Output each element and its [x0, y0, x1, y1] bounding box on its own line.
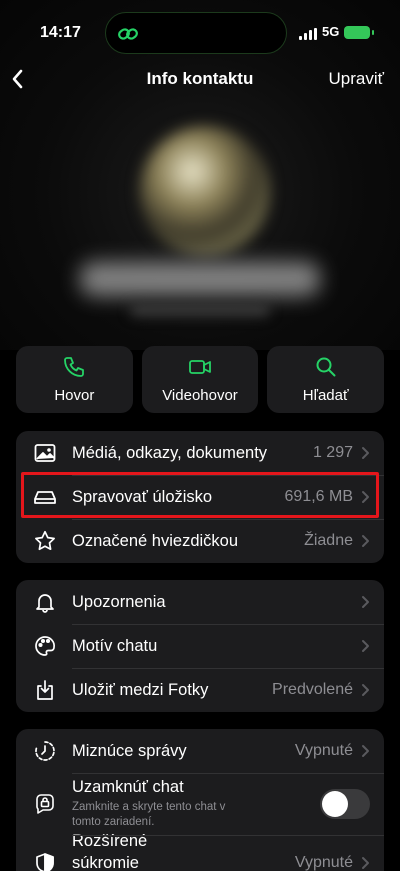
row-label: Upozornenia [72, 592, 166, 611]
chevron-right-icon [362, 745, 369, 757]
phone-icon [64, 357, 85, 377]
toggle-knob [322, 791, 348, 817]
call-label: Hovor [54, 387, 95, 404]
bell-icon [34, 591, 56, 613]
signal-icon [299, 28, 317, 40]
network-type: 5G [322, 24, 340, 39]
row-notifications[interactable]: Upozornenia [16, 580, 384, 624]
row-manage-storage[interactable]: Spravovať úložisko 691,6 MB [16, 475, 384, 519]
search-label: Hľadať [302, 387, 349, 404]
lock-chat-icon [34, 793, 56, 815]
row-label: Motív chatu [72, 636, 158, 655]
contact-name-blurred [80, 262, 320, 296]
row-value: Predvolené [272, 681, 353, 698]
row-value: 1 297 [312, 444, 353, 461]
row-label: Médiá, odkazy, dokumenty [72, 443, 268, 462]
avatar[interactable] [140, 126, 270, 256]
status-bar: 14:17 5G [0, 0, 400, 60]
video-call-label: Videohovor [162, 387, 238, 404]
chevron-right-icon [362, 684, 369, 696]
lock-chat-description: Zamknite a skryte tento chat v tomto zar… [72, 801, 226, 828]
battery-charging-icon [344, 26, 374, 39]
row-disappearing-messages[interactable]: Miznúce správy Vypnuté [16, 729, 384, 773]
advanced-privacy-label: Rozšírené súkromie chatov [72, 832, 148, 871]
row-label: Uložiť medzi Fotky [72, 680, 209, 699]
photo-icon [34, 442, 56, 464]
palette-icon [34, 635, 56, 657]
chevron-right-icon [362, 640, 369, 652]
row-lock-chat: Uzamknúť chat Zamknite a skryte tento ch… [16, 773, 384, 835]
video-call-button[interactable]: Videohovor [141, 346, 259, 413]
timer-icon [34, 740, 56, 762]
star-icon [34, 530, 56, 552]
link-icon [118, 28, 138, 40]
chevron-right-icon [362, 857, 369, 869]
contact-subtitle-blurred [130, 304, 270, 316]
download-icon [34, 679, 56, 701]
action-buttons: Hovor Videohovor Hľadať [16, 346, 385, 413]
row-value: 691,6 MB [284, 488, 353, 505]
video-icon [189, 360, 211, 374]
row-starred[interactable]: Označené hviezdičkou Žiadne [16, 519, 384, 563]
row-value: Vypnuté [294, 742, 353, 759]
dynamic-island [105, 12, 287, 54]
search-icon [316, 357, 336, 377]
row-label: Označené hviezdičkou [72, 531, 239, 550]
row-chat-theme[interactable]: Motív chatu [16, 624, 384, 668]
media-storage-group: Médiá, odkazy, dokumenty 1 297 Spravovať… [16, 431, 384, 563]
row-label: Miznúce správy [72, 741, 187, 760]
row-media-links-docs[interactable]: Médiá, odkazy, dokumenty 1 297 [16, 431, 384, 475]
chevron-right-icon [362, 596, 369, 608]
lock-chat-toggle[interactable] [320, 789, 370, 819]
row-value: Žiadne [304, 532, 353, 549]
storage-icon [34, 486, 56, 508]
shield-icon [34, 852, 56, 871]
search-button[interactable]: Hľadať [267, 346, 385, 413]
chevron-right-icon [362, 447, 369, 459]
privacy-group: Miznúce správy Vypnuté Uzamknúť chat Zam… [16, 729, 384, 871]
edit-button[interactable]: Upraviť [329, 69, 385, 89]
call-button[interactable]: Hovor [16, 346, 133, 413]
nav-bar: Info kontaktu Upraviť [0, 60, 400, 100]
row-save-to-photos[interactable]: Uložiť medzi Fotky Predvolené [16, 668, 384, 712]
row-value: Vypnuté [294, 854, 353, 871]
row-label: Spravovať úložisko [72, 487, 213, 506]
status-time: 14:17 [40, 24, 81, 41]
notifications-group: Upozornenia Motív chatu Uložiť medzi Fot… [16, 580, 384, 712]
chevron-right-icon [362, 535, 369, 547]
chevron-right-icon [362, 491, 369, 503]
row-advanced-chat-privacy[interactable]: Rozšírené súkromie chatov Vypnuté [16, 832, 384, 871]
lock-chat-label: Uzamknúť chat [72, 778, 184, 796]
